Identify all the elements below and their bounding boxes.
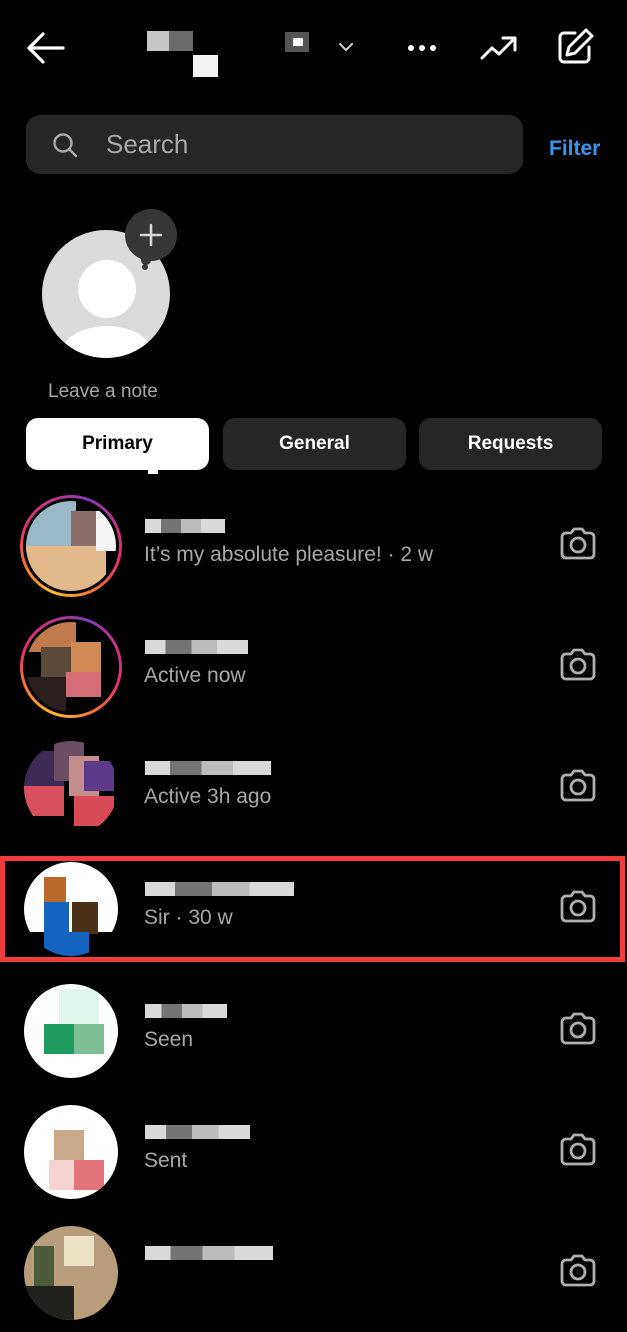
thread-row[interactable]: [redacted]Sent — [0, 1091, 627, 1211]
thread-row[interactable]: [redacted]Sir · 30 w — [0, 848, 627, 968]
avatar-pixel-block — [71, 642, 101, 672]
avatar-pixel-block — [44, 902, 69, 956]
avatar-pixel-block — [24, 786, 64, 816]
thread-preview: It’s my absolute pleasure! · 2 w — [144, 543, 434, 566]
avatar-pixel-block — [74, 1160, 104, 1190]
thread-preview: Active 3h ago — [144, 785, 272, 808]
avatar-pixel-block — [69, 932, 89, 956]
back-button[interactable] — [22, 28, 68, 68]
more-options-button[interactable] — [400, 28, 444, 68]
avatar[interactable] — [24, 1105, 118, 1199]
avatar-pixel-block — [54, 1130, 84, 1160]
tab-general[interactable]: General — [223, 418, 406, 470]
thread-preview: Seen — [144, 1028, 194, 1051]
arrow-left-icon — [27, 32, 65, 64]
redacted-title-block — [193, 55, 218, 77]
plus-icon — [139, 223, 163, 247]
insights-button[interactable] — [476, 28, 522, 68]
avatar[interactable] — [24, 741, 118, 835]
avatar-pixel-block — [59, 989, 99, 1029]
avatar[interactable] — [24, 984, 118, 1078]
avatar-pixel-block — [44, 1024, 74, 1054]
avatar-pixel-block — [44, 877, 66, 902]
camera-icon[interactable] — [558, 646, 598, 682]
top-bar: [redacted username] — [0, 0, 627, 100]
avatar[interactable] — [24, 1226, 118, 1320]
thread-row[interactable]: [redacted]Active now — [0, 606, 627, 726]
thread-preview: Active now — [144, 664, 246, 687]
camera-icon[interactable] — [558, 1252, 598, 1288]
thread-row[interactable]: [redacted]It’s my absolute pleasure! · 2… — [0, 485, 627, 605]
avatar-pixel-block — [49, 1160, 74, 1190]
redacted-name-block — [145, 1125, 250, 1139]
camera-icon[interactable] — [558, 525, 598, 561]
filter-button[interactable]: Filter — [549, 137, 600, 161]
inbox-tabs: Primary General Requests — [26, 418, 602, 474]
account-switch-button[interactable] — [335, 36, 357, 56]
tab-indicator — [148, 466, 158, 474]
redacted-name-block — [145, 882, 294, 896]
add-note-button[interactable] — [125, 209, 177, 261]
chevron-down-icon — [339, 43, 353, 51]
compose-button[interactable] — [552, 24, 598, 70]
search-input[interactable] — [104, 128, 488, 161]
compose-icon — [558, 28, 594, 64]
avatar-pixel-block — [64, 1236, 94, 1266]
avatar-pixel-block — [96, 511, 116, 551]
avatar-head-shape — [78, 260, 136, 318]
avatar[interactable] — [26, 622, 116, 712]
redacted-name-block — [145, 640, 248, 654]
leave-note-label: Leave a note — [48, 381, 158, 402]
avatar-pixel-block — [72, 902, 98, 934]
avatar-pixel-block — [26, 546, 106, 591]
search-icon — [53, 132, 78, 157]
redacted-name-block — [145, 1246, 273, 1260]
redacted-name-block — [145, 519, 225, 533]
avatar-body-shape — [60, 326, 154, 358]
thread-row[interactable]: [redacted] — [0, 1212, 627, 1332]
avatar-pixel-block — [34, 1246, 54, 1286]
thread-preview: Sir · 30 w — [144, 906, 233, 929]
camera-icon[interactable] — [558, 767, 598, 803]
redacted-title-block — [169, 31, 193, 51]
avatar-pixel-block — [26, 501, 76, 551]
thread-row[interactable]: [redacted]Active 3h ago — [0, 727, 627, 847]
avatar-pixel-block — [26, 677, 66, 712]
camera-icon[interactable] — [558, 888, 598, 924]
avatar-pixel-block — [74, 796, 114, 826]
note-bubble-dot — [142, 264, 148, 270]
tab-primary[interactable]: Primary — [26, 418, 209, 470]
avatar-pixel-block — [24, 862, 118, 932]
camera-icon[interactable] — [558, 1010, 598, 1046]
thread-row[interactable]: [redacted]Seen — [0, 970, 627, 1090]
avatar[interactable] — [26, 501, 116, 591]
more-horizontal-icon — [408, 45, 436, 51]
trending-up-icon — [480, 36, 517, 60]
avatar-pixel-block — [84, 761, 114, 791]
redacted-name-block — [145, 761, 271, 775]
tab-requests[interactable]: Requests — [419, 418, 602, 470]
redacted-title-block — [147, 31, 169, 51]
avatar-pixel-block — [74, 1024, 104, 1054]
avatar[interactable] — [24, 862, 118, 956]
thread-preview: Sent — [144, 1149, 188, 1172]
redacted-title-block — [293, 38, 303, 46]
redacted-name-block — [145, 1004, 227, 1018]
avatar-pixel-block — [66, 672, 101, 697]
camera-icon[interactable] — [558, 1131, 598, 1167]
search-bar[interactable] — [26, 115, 523, 174]
avatar-pixel-block — [24, 1286, 74, 1320]
